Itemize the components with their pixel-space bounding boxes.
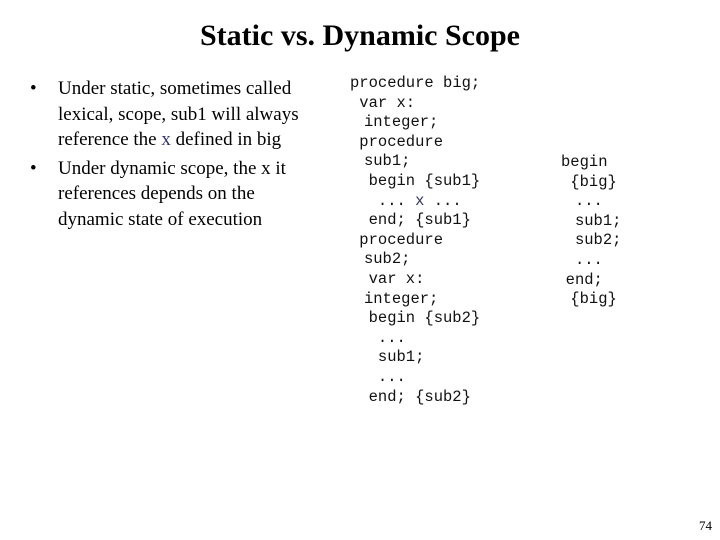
code-line: ... — [561, 192, 621, 212]
code-text: end; {sub2} — [368, 387, 471, 406]
code-line: var x: — [350, 94, 480, 114]
code-text: {big} — [570, 290, 617, 309]
code-line: sub1; — [561, 211, 622, 232]
bullet-item-dynamic: • Under dynamic scope, the x it reference… — [30, 156, 300, 233]
code-text: var x: — [368, 269, 425, 288]
code-text: begin {sub2} — [368, 309, 481, 328]
code-text: integer; — [363, 113, 439, 132]
code-block-main: begin {big}... sub1; sub2;... end; {big} — [561, 153, 621, 310]
code-line: var x: — [350, 270, 480, 290]
code-text: begin — [561, 153, 608, 171]
code-text: procedure big; — [350, 74, 481, 92]
code-text: ... — [377, 367, 406, 386]
code-line: {big} — [561, 173, 621, 193]
code-text: end; — [565, 270, 603, 289]
bullet-dot-icon: • — [30, 78, 37, 99]
code-text: var x: — [359, 93, 416, 112]
bullet-item-static: • Under static, sometimes called lexical,… — [30, 76, 300, 153]
code-block-procedures: procedure big; var x: integer; procedure sub… — [350, 74, 480, 407]
code-line: begin — [561, 153, 621, 173]
code-text: sub1; — [363, 152, 411, 171]
code-text: procedure — [359, 132, 444, 151]
code-line: end; {sub2} — [350, 388, 480, 408]
code-text: end; {sub1} — [368, 211, 471, 230]
code-line: sub2; — [350, 250, 480, 270]
code-line: sub1; — [350, 348, 480, 368]
code-text: sub1; — [574, 211, 622, 230]
code-text: sub1; — [377, 348, 425, 367]
code-line: ... x ... — [350, 192, 480, 212]
code-line: ... — [561, 251, 621, 271]
code-line: end; — [561, 271, 621, 291]
code-line: ... — [350, 368, 480, 388]
code-text: ... — [377, 328, 406, 347]
slide-title: Static vs. Dynamic Scope — [200, 19, 520, 52]
bullet-dot-icon: • — [30, 157, 37, 179]
code-line: procedure big; — [350, 74, 480, 94]
bullet-text: Under dynamic scope, the x it references… — [58, 157, 286, 230]
page-number: 74 — [699, 518, 712, 533]
code-text: begin {sub1} — [368, 171, 481, 190]
code-line: integer; — [350, 113, 480, 133]
code-line: ... — [350, 329, 480, 349]
code-line: begin {sub1} — [350, 171, 481, 192]
code-line: procedure — [350, 231, 480, 251]
code-line: integer; — [350, 290, 480, 310]
code-line: end; {sub1} — [350, 211, 480, 231]
highlighted-variable: x — [161, 129, 171, 150]
code-text: integer; — [363, 289, 439, 308]
code-line: sub2; — [561, 231, 622, 251]
code-line: procedure — [350, 133, 480, 153]
code-line: {big} — [561, 290, 621, 310]
code-text: ... — [574, 250, 603, 269]
code-text-tail: ... — [424, 191, 462, 210]
code-text: {big} — [570, 172, 617, 191]
code-text: ... — [574, 192, 603, 211]
code-line: sub1; — [350, 152, 480, 172]
code-text: sub2; — [574, 231, 622, 250]
code-text: procedure — [359, 230, 444, 249]
bullet-text-tail: defined in big — [170, 129, 282, 150]
code-text: sub2; — [363, 250, 411, 269]
code-line: begin {sub2} — [350, 309, 481, 329]
code-text: ... — [377, 191, 416, 210]
bullet-list: • Under static, sometimes called lexical,… — [30, 76, 300, 235]
